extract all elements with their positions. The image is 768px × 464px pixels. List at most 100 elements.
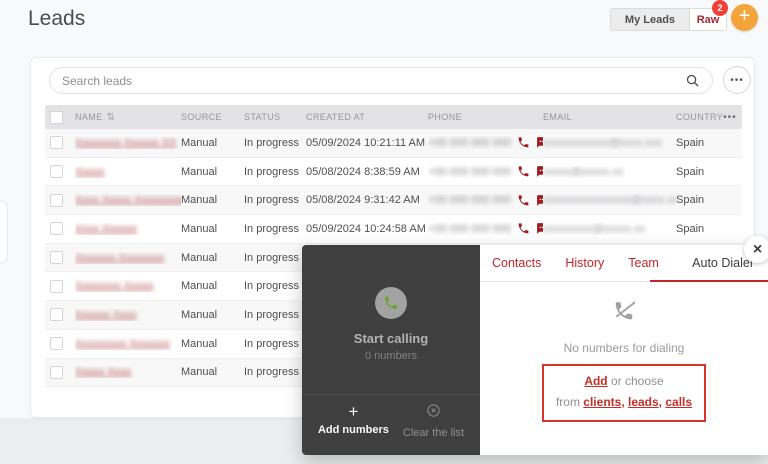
tab-contacts[interactable]: Contacts — [492, 256, 541, 270]
lead-name-link[interactable]: Xxxxx — [75, 166, 104, 178]
lead-email-redacted: xxxxx@xxxxx.xx — [543, 166, 623, 178]
sms-chat-icon[interactable] — [536, 222, 543, 235]
tab-team[interactable]: Team — [628, 256, 659, 270]
column-header-email[interactable]: EMAIL — [543, 112, 676, 122]
row-checkbox[interactable] — [50, 251, 63, 264]
lead-name-link[interactable]: Xxxx Xxxxxx — [75, 223, 137, 235]
row-checkbox[interactable] — [50, 280, 63, 293]
lead-source: Manual — [181, 166, 244, 178]
lead-country: Spain — [676, 166, 742, 178]
clear-list-button[interactable]: Clear the list — [403, 403, 464, 439]
add-link[interactable]: Add — [584, 374, 607, 388]
close-icon[interactable]: × — [744, 236, 768, 263]
search-bar[interactable] — [49, 67, 713, 94]
sms-chat-icon[interactable] — [536, 136, 543, 149]
row-checkbox[interactable] — [50, 366, 63, 379]
row-checkbox[interactable] — [50, 194, 63, 207]
call-phone-icon[interactable] — [517, 222, 530, 235]
row-checkbox[interactable] — [50, 308, 63, 321]
search-input[interactable] — [62, 74, 685, 88]
lead-phone: +00 000 000 000 — [428, 222, 543, 235]
row-checkbox[interactable] — [50, 222, 63, 235]
lead-source: Manual — [181, 280, 244, 292]
column-settings-icon[interactable]: ••• — [723, 112, 742, 123]
lead-status: In progress — [244, 252, 306, 264]
lead-country: Spain — [676, 194, 742, 206]
side-drawer-handle[interactable] — [0, 200, 8, 264]
start-calling-label: Start calling — [354, 331, 428, 346]
more-options-button[interactable]: ••• — [723, 66, 751, 94]
row-checkbox[interactable] — [50, 136, 63, 149]
lead-email-redacted: xxxxxxxxx@xxxxx.xx — [543, 223, 645, 235]
clear-circle-x-icon — [426, 403, 441, 423]
my-leads-button[interactable]: My Leads — [611, 9, 690, 30]
lead-name-link[interactable]: Xxxxxxxx Xxxxxx XX — [75, 137, 176, 149]
lead-status: In progress — [244, 166, 306, 178]
lead-phone: +00 000 000 000 — [428, 136, 543, 149]
table-row[interactable]: Xxxx Xxxxx XxxxxxxxxxManualIn progress05… — [45, 186, 742, 215]
row-checkbox[interactable] — [50, 165, 63, 178]
add-numbers-button[interactable]: + Add numbers — [318, 403, 389, 439]
lead-name-link[interactable]: Xxxx Xxxxx Xxxxxxxxxx — [75, 194, 181, 206]
lead-created-at: 05/08/2024 9:31:42 AM — [306, 194, 428, 206]
column-header-phone[interactable]: PHONE — [428, 112, 543, 122]
active-tab-indicator — [650, 280, 768, 282]
lead-name-link[interactable]: Xxxxxx Xxxx — [75, 309, 137, 321]
tab-history[interactable]: History — [565, 256, 604, 270]
call-phone-icon[interactable] — [517, 194, 530, 207]
lead-email-redacted: xxxxxxxxxxxx@xxxx.xxx — [543, 137, 662, 149]
table-row[interactable]: Xxxx Xxxxxx ManualIn progress05/09/2024 1… — [45, 215, 742, 244]
tab-auto-dialer[interactable]: Auto Dialer — [692, 256, 754, 270]
column-header-status[interactable]: STATUS — [244, 112, 306, 122]
call-phone-icon[interactable] — [517, 165, 530, 178]
page-title: Leads — [28, 7, 85, 31]
call-phone-icon[interactable] — [517, 136, 530, 149]
start-calling-button[interactable] — [375, 287, 407, 319]
dialer-right-panel: Contacts History Team Auto Dialer No number… — [480, 245, 768, 455]
dialer-tabs: Contacts History Team Auto Dialer — [480, 245, 768, 282]
lead-status: In progress — [244, 338, 306, 350]
sms-chat-icon[interactable] — [536, 194, 543, 207]
lead-created-at: 05/09/2024 10:24:58 AM — [306, 223, 428, 235]
empty-state: No numbers for dialing Add or choose fro… — [480, 300, 768, 422]
lead-source: Manual — [181, 252, 244, 264]
lead-source: Manual — [181, 338, 244, 350]
calls-link[interactable]: calls — [665, 395, 692, 409]
lead-status: In progress — [244, 223, 306, 235]
lead-source: Manual — [181, 366, 244, 378]
lead-status: In progress — [244, 366, 306, 378]
add-choose-callout: Add or choose from clients, leads, calls — [542, 364, 706, 422]
select-all-checkbox[interactable] — [50, 111, 63, 124]
column-header-country[interactable]: COUNTRY••• — [676, 112, 742, 123]
search-icon[interactable] — [685, 73, 700, 88]
lead-name-link[interactable]: Xxxxx Xxxx — [75, 366, 131, 378]
add-lead-button[interactable]: + — [731, 4, 758, 31]
empty-message: No numbers for dialing — [564, 341, 685, 355]
lead-name-link[interactable]: Xxxxxxxxx Xxxxxxx — [75, 338, 170, 350]
numbers-count-label: 0 numbers — [365, 350, 417, 362]
raw-count-badge: 2 — [712, 0, 728, 16]
dialer-divider — [302, 394, 480, 395]
column-header-source[interactable]: SOURCE — [181, 112, 244, 122]
auto-dialer-dialog: Start calling 0 numbers + Add numbers Cl… — [302, 245, 768, 455]
lead-created-at: 05/09/2024 10:21:11 AM — [306, 137, 428, 149]
column-header-created[interactable]: CREATED AT — [306, 112, 428, 122]
clients-link[interactable]: clients — [583, 395, 621, 409]
leads-link[interactable]: leads — [628, 395, 659, 409]
leads-filter-segmented-control: My Leads Raw — [610, 8, 727, 31]
row-checkbox[interactable] — [50, 337, 63, 350]
sms-chat-icon[interactable] — [536, 165, 543, 178]
table-row[interactable]: XxxxxManualIn progress05/08/2024 8:38:59… — [45, 158, 742, 187]
phone-number-redacted: +00 000 000 000 — [428, 166, 511, 178]
table-row[interactable]: Xxxxxxxx Xxxxxx XXManualIn progress05/09… — [45, 129, 742, 158]
lead-country: Spain — [676, 137, 742, 149]
lead-name-link[interactable]: Xxxxxxxx Xxxxx — [75, 280, 153, 292]
sort-icon[interactable]: ⇅ — [107, 112, 116, 123]
dialer-left-panel: Start calling 0 numbers + Add numbers Cl… — [302, 245, 480, 455]
plus-icon: + — [348, 403, 358, 420]
lead-country: Spain — [676, 223, 742, 235]
lead-name-link[interactable]: Xxxxxxx Xxxxxxxx — [75, 252, 164, 264]
column-header-name[interactable]: NAME⇅ — [75, 112, 181, 123]
lead-source: Manual — [181, 223, 244, 235]
lead-source: Manual — [181, 309, 244, 321]
